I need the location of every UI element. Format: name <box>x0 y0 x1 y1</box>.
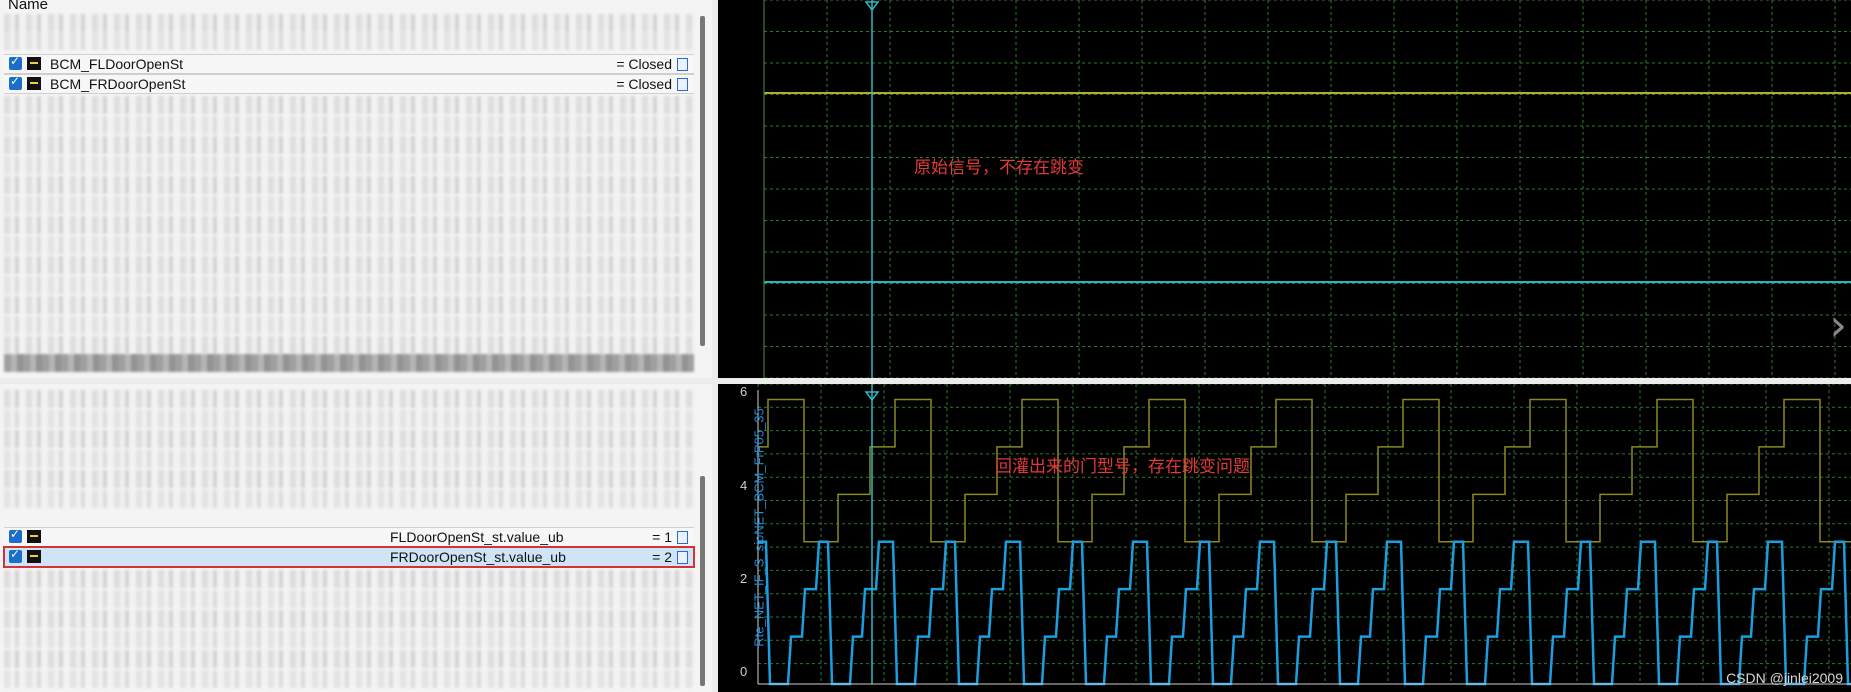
list-item[interactable] <box>4 196 694 214</box>
list-item[interactable] <box>4 410 694 428</box>
list-item[interactable] <box>4 176 694 194</box>
list-item[interactable] <box>4 156 694 174</box>
watermark: CSDN @jinlei2009 <box>1726 670 1843 686</box>
list-item[interactable] <box>4 430 694 448</box>
signal-type-icon <box>27 77 41 90</box>
list-item[interactable] <box>4 450 694 468</box>
list-item[interactable] <box>4 390 694 408</box>
grid-bottom <box>757 384 1851 684</box>
scrollbar[interactable] <box>700 16 705 346</box>
signal-row-fl-door[interactable]: BCM_FLDoorOpenSt = Closed <box>4 54 694 74</box>
signal-row-fr-door[interactable]: BCM_FRDoorOpenSt = Closed <box>4 74 694 94</box>
list-item[interactable] <box>4 216 694 234</box>
signal-value: = Closed <box>616 76 672 92</box>
list-item[interactable] <box>4 136 694 154</box>
signal-trace-fl-door-replay <box>758 398 1851 543</box>
list-item[interactable] <box>4 256 694 274</box>
scrollbar[interactable] <box>700 476 705 686</box>
visibility-checkbox[interactable] <box>9 527 22 543</box>
list-item[interactable] <box>4 316 694 334</box>
signal-value: = 2 <box>652 549 672 565</box>
list-item[interactable] <box>4 236 694 254</box>
visibility-checkbox[interactable] <box>9 74 22 90</box>
plot-canvas-top <box>763 0 1851 378</box>
signal-trace-fr-door-replay <box>758 540 1851 686</box>
signal-type-icon <box>27 57 41 70</box>
list-item[interactable] <box>4 32 694 50</box>
waveform-plot-bottom[interactable]: Rte_NET_IF_S_sioNET_BCM_FrP05_35 6 4 2 0… <box>718 384 1851 692</box>
list-item[interactable] <box>4 14 694 32</box>
list-item[interactable] <box>4 630 694 648</box>
list-item[interactable] <box>4 354 694 372</box>
y-tick-label: 0 <box>740 664 748 679</box>
signal-value: = 1 <box>652 529 672 545</box>
y-tick-label: 4 <box>740 478 748 493</box>
list-item[interactable] <box>4 590 694 608</box>
list-item[interactable] <box>4 650 694 668</box>
signal-name: BCM_FLDoorOpenSt <box>50 56 184 72</box>
y-tick-label: 6 <box>740 384 748 399</box>
waveform-plot-top[interactable]: 原始信号，不存在跳变 › <box>718 0 1851 378</box>
column-header-name[interactable]: Name <box>8 0 48 13</box>
list-item[interactable] <box>4 570 694 588</box>
signal-list-top: Name BCM_FLDoorOpenSt = Closed BCM_FRDoo… <box>0 0 718 378</box>
list-item[interactable] <box>4 470 694 488</box>
signal-name: BCM_FRDoorOpenSt <box>50 76 186 92</box>
value-table-icon[interactable] <box>677 58 688 71</box>
signal-row-fl-door-replay[interactable]: FLDoorOpenSt_st.value_ub = 1 <box>4 527 694 547</box>
list-item[interactable] <box>4 96 694 114</box>
list-item[interactable] <box>4 336 694 354</box>
list-item[interactable] <box>4 490 694 508</box>
signal-type-icon <box>27 550 41 563</box>
signal-value: = Closed <box>616 56 672 72</box>
annotation-original-signal: 原始信号，不存在跳变 <box>914 158 1084 177</box>
y-axis-label: Rte_NET_IF_S_sioNET_BCM_FrP05_35 <box>751 408 767 647</box>
list-item[interactable] <box>4 670 694 688</box>
plot-canvas-bottom <box>757 384 1851 686</box>
signal-name: FRDoorOpenSt_st.value_ub <box>390 549 566 565</box>
chevron-right-icon[interactable]: › <box>1829 300 1847 351</box>
signal-type-icon <box>27 530 41 543</box>
signal-list-bottom: FLDoorOpenSt_st.value_ub = 1 FRDoorOpenS… <box>0 384 718 692</box>
list-item[interactable] <box>4 296 694 314</box>
grid-top <box>763 0 1851 378</box>
list-item[interactable] <box>4 610 694 628</box>
visibility-checkbox[interactable] <box>9 547 22 563</box>
signal-row-fr-door-replay[interactable]: FRDoorOpenSt_st.value_ub = 2 <box>3 546 695 568</box>
annotation-replay-signal: 回灌出来的门型号，存在跳变问题 <box>995 457 1250 476</box>
list-item[interactable] <box>4 276 694 294</box>
visibility-checkbox[interactable] <box>9 54 22 70</box>
value-table-icon[interactable] <box>677 551 688 564</box>
value-table-icon[interactable] <box>677 531 688 544</box>
signal-name: FLDoorOpenSt_st.value_ub <box>390 529 564 545</box>
y-tick-label: 2 <box>740 571 748 586</box>
list-item[interactable] <box>4 116 694 134</box>
value-table-icon[interactable] <box>677 78 688 91</box>
